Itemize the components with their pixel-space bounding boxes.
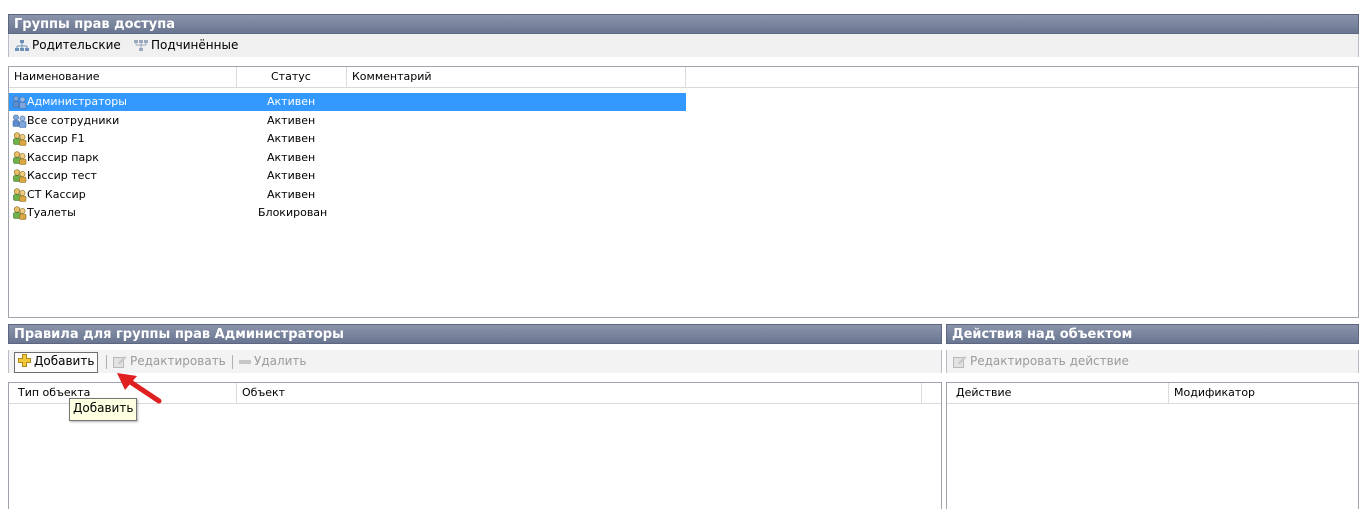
group-row[interactable]: Все сотрудники Активен — [9, 112, 686, 130]
group-name: Кассир парк — [27, 150, 99, 164]
column-name[interactable]: Наименование — [9, 67, 237, 87]
group-status: Активен — [267, 150, 316, 164]
group-status: Активен — [267, 95, 316, 108]
delete-label: Удалить — [254, 354, 307, 368]
toolbar-separator — [232, 355, 233, 369]
group-status: Активен — [267, 132, 316, 145]
group-status: Активен — [267, 113, 316, 127]
plus-icon — [18, 354, 31, 367]
actions-panel-title: Действия над объектом — [946, 324, 1359, 344]
edit-label: Редактировать — [130, 354, 226, 368]
parents-button[interactable]: Родительские — [15, 34, 121, 57]
edit-action-button[interactable]: Редактировать действие — [953, 350, 1129, 373]
children-label: Подчинённые — [151, 38, 239, 52]
group-row[interactable]: Кассир тест Активен — [9, 167, 686, 185]
group-row[interactable]: Кассир F1 Активен — [9, 130, 686, 148]
groups-grid-header-filler — [686, 67, 1358, 88]
pointer-arrow-icon — [117, 373, 162, 404]
users-group-icon — [12, 150, 27, 165]
groups-toolbar: Родительские Подчинённые — [8, 34, 1359, 57]
edit-icon — [113, 356, 127, 368]
groups-panel-title: Группы прав доступа — [8, 14, 1359, 34]
group-status: Блокирован — [258, 206, 328, 219]
column-comment[interactable]: Комментарий — [347, 67, 686, 87]
actions-grid-header: Действие Модификатор — [947, 383, 1358, 404]
group-name: Администраторы — [27, 95, 127, 108]
actions-toolbar: Редактировать действие — [946, 350, 1359, 373]
group-row[interactable]: Администраторы Активен — [9, 93, 686, 111]
admin-group-icon — [12, 95, 27, 109]
group-status: Активен — [267, 187, 316, 201]
parents-label: Родительские — [32, 38, 121, 52]
add-button[interactable]: Добавить — [14, 352, 99, 373]
add-label: Добавить — [34, 354, 95, 368]
group-name: Кассир тест — [27, 169, 97, 182]
minus-icon — [239, 359, 251, 364]
delete-button[interactable]: Удалить — [239, 350, 307, 373]
groups-grid: Наименование Статус Комментарий Админист… — [8, 66, 1359, 318]
actions-grid: Действие Модификатор — [946, 382, 1359, 509]
group-name: Туалеты — [27, 206, 76, 219]
users-group-icon — [12, 187, 27, 202]
group-name: Кассир F1 — [27, 132, 85, 145]
toolbar-separator — [106, 355, 107, 369]
rules-panel-title: Правила для группы прав Администраторы — [8, 324, 942, 344]
edit-icon — [953, 356, 967, 368]
group-status: Активен — [267, 169, 316, 182]
group-row[interactable]: СТ Кассир Активен — [9, 186, 686, 204]
hierarchy-up-icon — [15, 39, 29, 51]
column-status[interactable]: Статус — [237, 67, 347, 87]
edit-action-label: Редактировать действие — [970, 354, 1129, 368]
groups-grid-header: Наименование Статус Комментарий — [9, 67, 686, 88]
group-name: СТ Кассир — [27, 187, 86, 201]
group-row[interactable]: Кассир парк Активен — [9, 149, 686, 167]
users-group-icon — [12, 169, 27, 183]
column-object[interactable]: Объект — [237, 383, 922, 403]
admin-group-icon — [12, 114, 27, 128]
column-modifier[interactable]: Модификатор — [1169, 383, 1359, 403]
users-group-icon — [12, 132, 27, 146]
children-button[interactable]: Подчинённые — [134, 34, 238, 57]
users-group-icon — [12, 206, 27, 220]
column-action[interactable]: Действие — [947, 383, 1169, 403]
group-row[interactable]: Туалеты Блокирован — [9, 204, 686, 222]
hierarchy-down-icon — [134, 39, 148, 51]
group-name: Все сотрудники — [27, 113, 120, 127]
